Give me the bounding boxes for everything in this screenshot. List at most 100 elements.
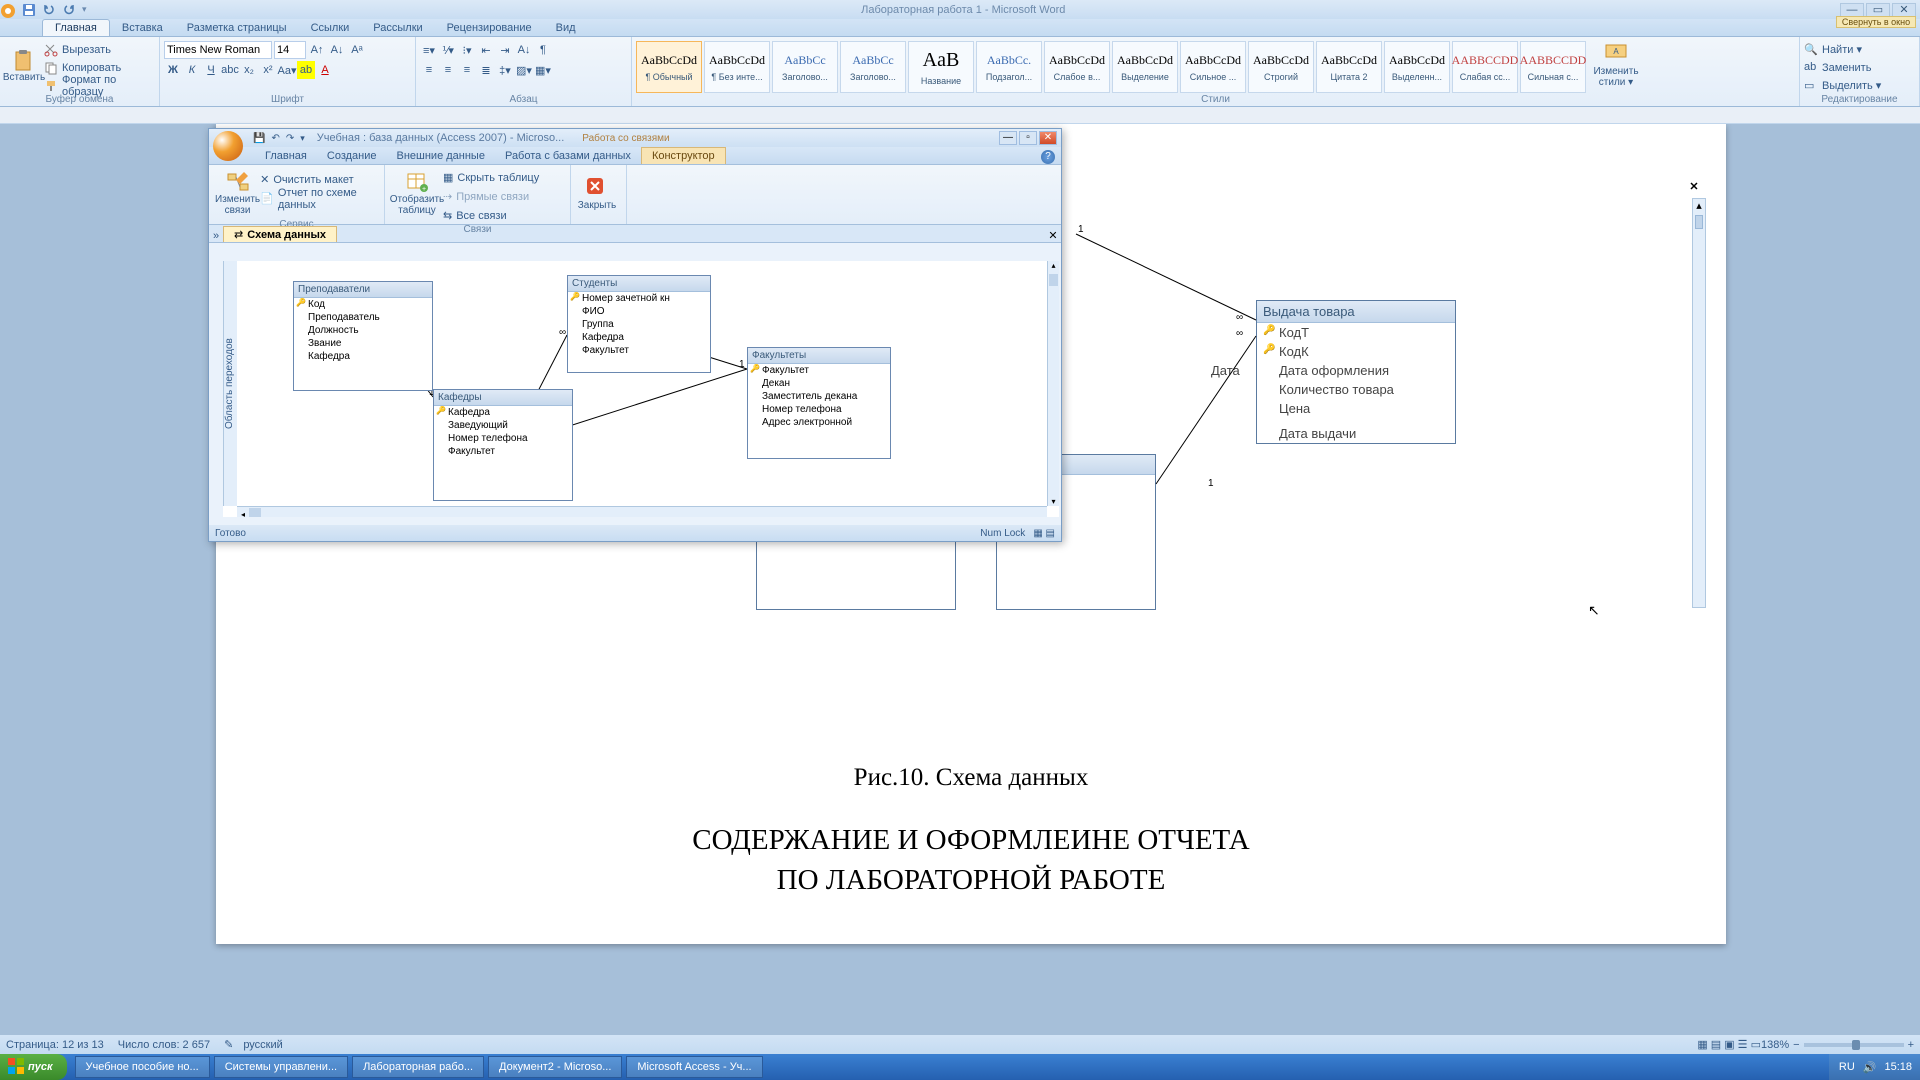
tab-references[interactable]: Ссылки — [299, 20, 362, 36]
replace-button[interactable]: abЗаменить — [1804, 59, 1881, 76]
hide-table-button[interactable]: ▦Скрыть таблицу — [443, 169, 539, 186]
schema-tab[interactable]: ⇄ Схема данных — [223, 226, 337, 242]
zoom-in-icon[interactable]: + — [1908, 1039, 1914, 1051]
table-prepod[interactable]: Преподаватели Код Преподаватель Должност… — [293, 281, 433, 391]
style-item-9[interactable]: AaBbCcDdСтрогий — [1248, 41, 1314, 93]
access-tab-design[interactable]: Конструктор — [641, 147, 726, 164]
tab-insert[interactable]: Вставка — [110, 20, 175, 36]
line-spacing-icon[interactable]: ‡▾ — [496, 61, 514, 79]
bold-icon[interactable]: Ж — [164, 61, 182, 79]
shrink-font-icon[interactable]: A↓ — [328, 41, 346, 59]
show-table-button[interactable]: + Отобразить таблицу — [391, 167, 443, 219]
style-item-0[interactable]: AaBbCcDd¶ Обычный — [636, 41, 702, 93]
minimize-button[interactable]: — — [1840, 3, 1864, 17]
access-titlebar[interactable]: 💾 ↶ ↷ ▾ Учебная : база данных (Access 20… — [209, 129, 1061, 147]
table-fakultety[interactable]: Факультеты Факультет Декан Заместитель д… — [747, 347, 891, 459]
undo-icon[interactable] — [42, 3, 56, 17]
font-color-icon[interactable]: A — [316, 61, 334, 79]
table-kafedry[interactable]: Кафедры Кафедра Заведующий Номер телефон… — [433, 389, 573, 501]
access-save-icon[interactable]: 💾 — [253, 133, 265, 144]
picture-close-icon[interactable]: ✕ — [1686, 180, 1702, 196]
access-tab-create[interactable]: Создание — [317, 148, 387, 164]
access-tab-dbtools[interactable]: Работа с базами данных — [495, 148, 641, 164]
font-name-select[interactable] — [164, 41, 272, 59]
tray-volume-icon[interactable]: 🔊 — [1863, 1061, 1877, 1074]
sort-icon[interactable]: A↓ — [515, 41, 533, 59]
taskbar-item-2[interactable]: Лабораторная рабо... — [352, 1056, 484, 1078]
change-case-icon[interactable]: Aa▾ — [278, 61, 296, 79]
access-minimize-button[interactable]: — — [999, 131, 1017, 145]
access-window[interactable]: 💾 ↶ ↷ ▾ Учебная : база данных (Access 20… — [208, 128, 1062, 542]
style-item-2[interactable]: AaBbCcЗаголово... — [772, 41, 838, 93]
format-painter-button[interactable]: Формат по образцу — [44, 77, 155, 94]
horizontal-ruler[interactable] — [0, 107, 1920, 124]
status-wordcount[interactable]: Число слов: 2 657 — [118, 1039, 210, 1051]
tab-review[interactable]: Рецензирование — [435, 20, 544, 36]
direct-links-button[interactable]: ⇢Прямые связи — [443, 188, 539, 205]
justify-icon[interactable]: ≣ — [477, 61, 495, 79]
access-redo-icon[interactable]: ↷ — [286, 133, 294, 144]
underline-icon[interactable]: Ч — [202, 61, 220, 79]
style-item-10[interactable]: AaBbCcDdЦитата 2 — [1316, 41, 1382, 93]
access-restore-button[interactable]: ▫ — [1019, 131, 1037, 145]
align-center-icon[interactable]: ≡ — [439, 61, 457, 79]
italic-icon[interactable]: К — [183, 61, 201, 79]
access-undo-icon[interactable]: ↶ — [271, 133, 279, 144]
numbering-icon[interactable]: ⅟▾ — [439, 41, 457, 59]
style-item-1[interactable]: AaBbCcDd¶ Без инте... — [704, 41, 770, 93]
style-item-3[interactable]: AaBbCcЗаголово... — [840, 41, 906, 93]
taskbar-item-3[interactable]: Документ2 - Microso... — [488, 1056, 622, 1078]
canvas-vscroll[interactable]: ▴▾ — [1047, 261, 1059, 506]
find-button[interactable]: 🔍Найти ▾ — [1804, 41, 1881, 58]
multilevel-icon[interactable]: ⁝▾ — [458, 41, 476, 59]
status-language[interactable]: русский — [243, 1039, 282, 1051]
tray-clock[interactable]: 15:18 — [1884, 1061, 1912, 1073]
cut-button[interactable]: Вырезать — [44, 41, 155, 58]
taskbar-item-0[interactable]: Учебное пособие но... — [75, 1056, 210, 1078]
status-page[interactable]: Страница: 12 из 13 — [6, 1039, 104, 1051]
clear-formatting-icon[interactable]: Aᵃ — [348, 41, 366, 59]
style-item-6[interactable]: AaBbCcDdСлабое в... — [1044, 41, 1110, 93]
close-relationships-button[interactable]: Закрыть — [577, 167, 617, 219]
nav-pane-collapsed[interactable]: Область переходов — [223, 261, 237, 506]
increase-indent-icon[interactable]: ⇥ — [496, 41, 514, 59]
style-item-13[interactable]: AABBCCDDСильная с... — [1520, 41, 1586, 93]
style-item-12[interactable]: AABBCCDDСлабая сс... — [1452, 41, 1518, 93]
tab-home[interactable]: Главная — [42, 19, 110, 36]
decrease-indent-icon[interactable]: ⇤ — [477, 41, 495, 59]
bullets-icon[interactable]: ≡▾ — [420, 41, 438, 59]
access-help-icon[interactable]: ? — [1041, 150, 1055, 164]
zoom-slider[interactable] — [1804, 1043, 1904, 1047]
strike-icon[interactable]: abc — [221, 61, 239, 79]
access-close-button[interactable]: ✕ — [1039, 131, 1057, 145]
clear-layout-button[interactable]: ✕Очистить макет — [260, 171, 378, 188]
access-tab-external[interactable]: Внешние данные — [387, 148, 495, 164]
highlight-icon[interactable]: ab — [297, 61, 315, 79]
tab-pagelayout[interactable]: Разметка страницы — [175, 20, 299, 36]
grow-font-icon[interactable]: A↑ — [308, 41, 326, 59]
style-item-11[interactable]: AaBbCcDdВыделенн... — [1384, 41, 1450, 93]
font-size-select[interactable] — [274, 41, 306, 59]
table-studenty[interactable]: Студенты Номер зачетной кн ФИО Группа Ка… — [567, 275, 711, 373]
style-item-7[interactable]: AaBbCcDdВыделение — [1112, 41, 1178, 93]
tab-view[interactable]: Вид — [544, 20, 588, 36]
shading-icon[interactable]: ▨▾ — [515, 61, 533, 79]
redo-icon[interactable] — [62, 3, 76, 17]
view-buttons[interactable]: ▦ ▤ ▣ ☰ ▭ — [1697, 1038, 1761, 1051]
start-button[interactable]: пуск — [0, 1054, 67, 1080]
taskbar-item-1[interactable]: Системы управлени... — [214, 1056, 348, 1078]
zoom-value[interactable]: 138% — [1761, 1039, 1789, 1051]
select-button[interactable]: ▭Выделить ▾ — [1804, 77, 1881, 94]
access-tab-home[interactable]: Главная — [255, 148, 317, 164]
edit-relationships-button[interactable]: Изменить связи — [215, 167, 260, 219]
paste-button[interactable]: Вставить — [4, 39, 44, 91]
style-item-5[interactable]: AaBbCc.Подзагол... — [976, 41, 1042, 93]
office-button-icon[interactable] — [0, 3, 14, 17]
zoom-out-icon[interactable]: − — [1793, 1039, 1799, 1051]
restore-button[interactable]: ▭ — [1866, 3, 1890, 17]
taskbar-item-4[interactable]: Microsoft Access - Уч... — [626, 1056, 762, 1078]
schema-tab-close-icon[interactable]: ✕ — [1045, 229, 1061, 242]
align-right-icon[interactable]: ≡ — [458, 61, 476, 79]
relationships-canvas[interactable]: Область переходов ▴▾ ◂ ∞ ∞ ∞ 1 ∞ 1 1 Пре… — [223, 261, 1059, 517]
tab-mailings[interactable]: Рассылки — [361, 20, 434, 36]
